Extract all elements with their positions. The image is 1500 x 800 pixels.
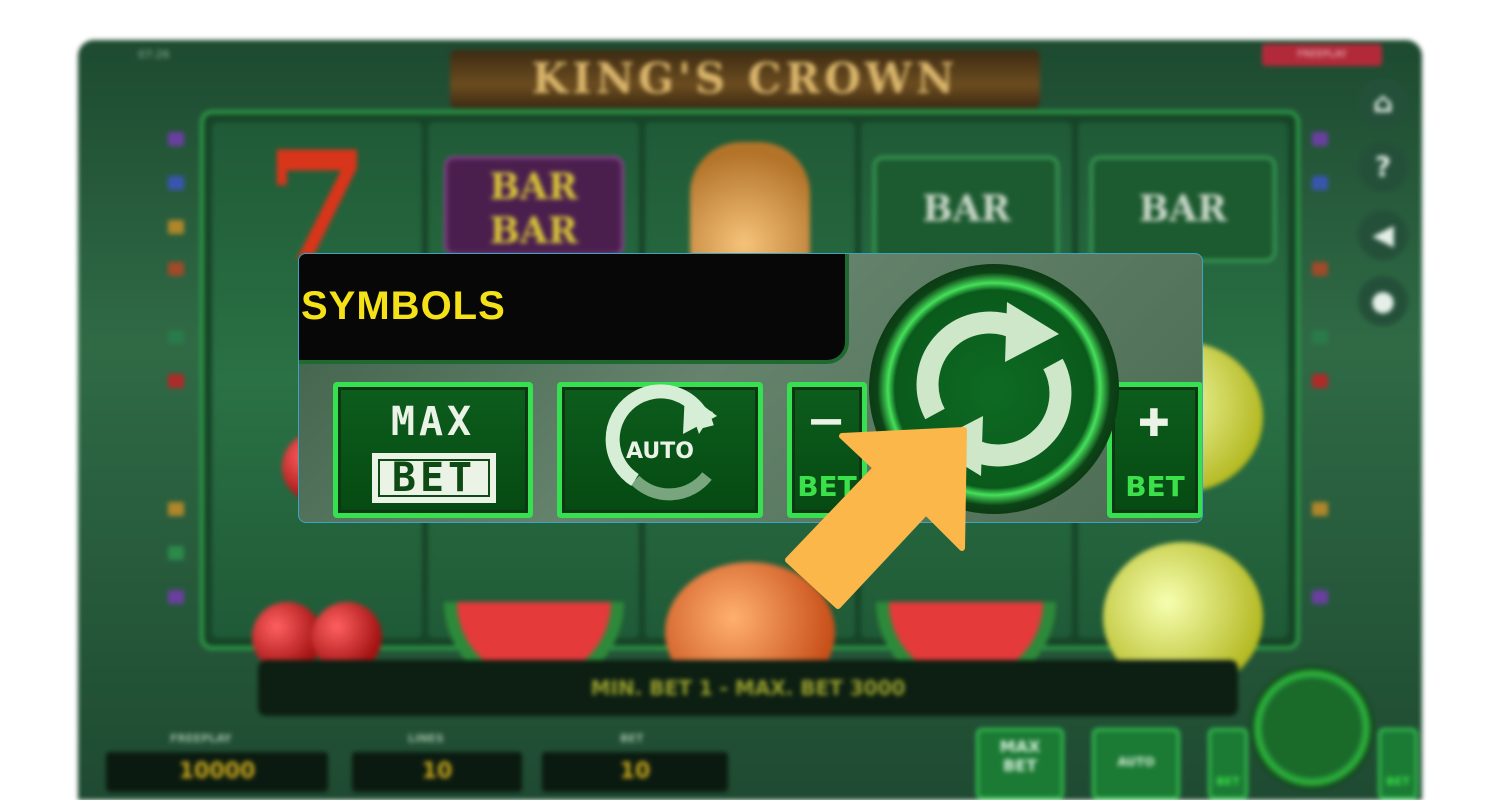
pointer-arrow-icon [785,427,967,609]
